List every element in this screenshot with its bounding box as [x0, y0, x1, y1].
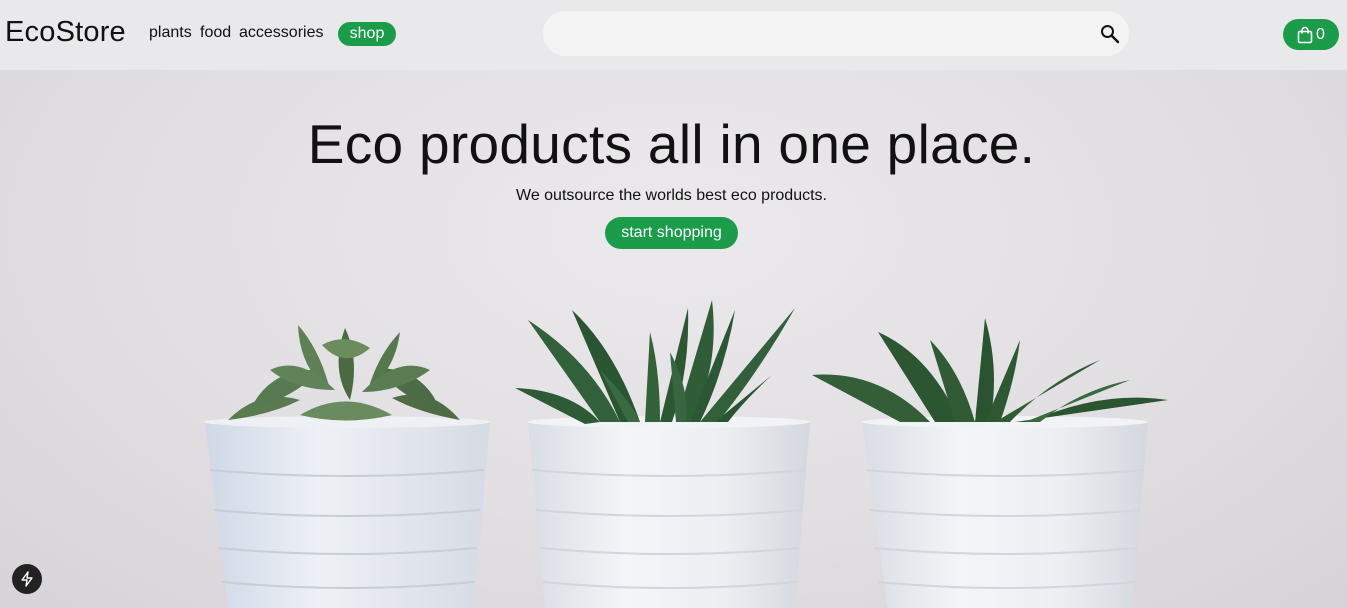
shopping-bag-icon — [1297, 26, 1313, 43]
shop-button[interactable]: shop — [338, 22, 396, 46]
search-button[interactable] — [1099, 23, 1121, 45]
lightning-icon — [21, 571, 33, 587]
search-icon — [1101, 25, 1120, 44]
hero-subtitle: We outsource the worlds best eco product… — [516, 187, 827, 204]
logo[interactable]: EcoStore — [5, 16, 126, 49]
cart-button[interactable]: 0 — [1283, 19, 1339, 50]
hero-section: Eco products all in one place. We outsou… — [0, 70, 1347, 608]
search-bar — [543, 11, 1129, 56]
top-navbar: EcoStore plants food accessories shop 0 — [0, 0, 1347, 70]
nav-link-food[interactable]: food — [200, 24, 231, 42]
plant-rosette — [228, 325, 460, 421]
pot-right — [862, 416, 1148, 608]
devtools-badge[interactable] — [12, 564, 42, 594]
cart-count: 0 — [1316, 25, 1325, 43]
search-input[interactable] — [563, 19, 1083, 48]
page: EcoStore plants food accessories shop 0 — [0, 0, 1347, 608]
start-shopping-button[interactable]: start shopping — [605, 217, 738, 249]
nav-link-plants[interactable]: plants — [149, 24, 192, 42]
pot-left — [204, 416, 490, 608]
hero-title: Eco products all in one place. — [307, 113, 1036, 175]
plant-ridged — [812, 318, 1168, 422]
nav-link-accessories[interactable]: accessories — [239, 24, 323, 42]
pot-middle — [528, 416, 810, 608]
plant-spiky — [515, 300, 795, 424]
